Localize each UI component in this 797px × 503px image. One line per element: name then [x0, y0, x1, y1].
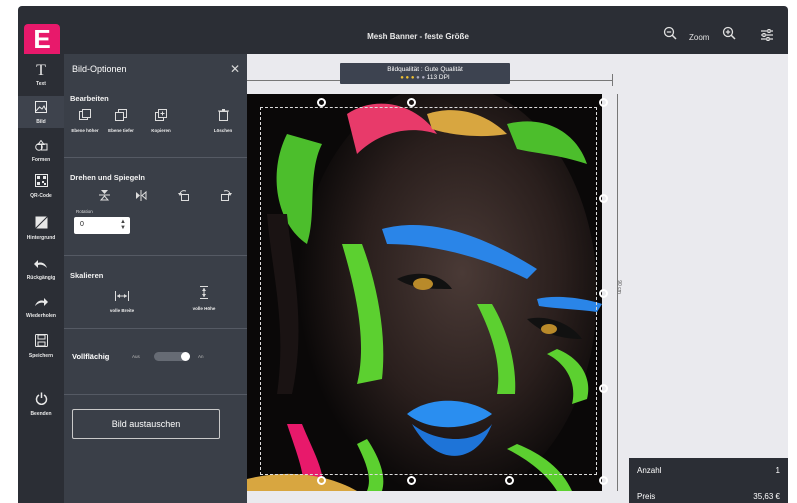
toggle-knob: [181, 352, 190, 361]
background-icon: [34, 215, 48, 233]
layer-up-button[interactable]: Ebene höher: [68, 108, 102, 133]
top-bar: E Mesh Banner - feste Größe Zoom: [18, 6, 788, 54]
order-summary: Anzahl 1 Preis 35,63 €: [629, 458, 788, 503]
full-height-icon: [199, 286, 209, 303]
rotation-value: 0: [80, 221, 84, 228]
sidebar-item-save[interactable]: Speichern: [18, 334, 64, 366]
section-title-edit: Bearbeiten: [70, 94, 109, 103]
resize-handle[interactable]: [407, 476, 416, 485]
sidebar-item-shapes[interactable]: Formen: [18, 138, 64, 168]
resize-handle[interactable]: [599, 289, 608, 298]
price-label: Preis: [637, 492, 656, 501]
zoom-label: Zoom: [689, 33, 710, 42]
swap-image-button[interactable]: Bild austauschen: [72, 409, 220, 439]
fill-label: Vollflächig: [72, 352, 110, 361]
section-title-rotate: Drehen und Spiegeln: [70, 173, 146, 182]
image-options-panel: Bild-Optionen ✕ Bearbeiten Ebene höher E…: [64, 54, 247, 503]
zoom-in-icon[interactable]: [722, 26, 736, 45]
redo-icon: [34, 294, 48, 311]
rotate-left-icon: [178, 188, 190, 205]
rotate-right-button[interactable]: [216, 188, 236, 206]
sidebar-item-redo[interactable]: Wiederholen: [18, 294, 64, 324]
flip-vertical-button[interactable]: [94, 188, 114, 206]
sliders-icon[interactable]: [760, 28, 774, 46]
resize-handle[interactable]: [317, 476, 326, 485]
resize-handle[interactable]: [599, 384, 608, 393]
image-quality-badge: Bildqualität : Gute Qualität ● ● ● ● ● 1…: [340, 63, 510, 84]
resize-handle[interactable]: [317, 98, 326, 107]
quality-rating-dots: ● ● ● ● ●: [400, 75, 426, 81]
section-divider: [64, 394, 247, 395]
text-icon: T: [36, 62, 46, 79]
quality-text: Bildqualität : Gute Qualität: [387, 66, 463, 73]
resize-handle[interactable]: [599, 194, 608, 203]
flip-horizontal-button[interactable]: [131, 188, 151, 206]
sidebar-item-text[interactable]: T Text: [18, 62, 64, 92]
copy-icon: [155, 108, 167, 125]
flip-horizontal-icon: [135, 188, 147, 205]
sidebar-item-undo[interactable]: Rückgängig: [18, 256, 64, 286]
zoom-out-icon[interactable]: [663, 26, 677, 45]
power-icon: [35, 392, 48, 409]
banner-photo[interactable]: [247, 94, 602, 491]
trash-icon: [217, 108, 229, 125]
ruler-tick: [612, 74, 613, 86]
fill-on-label: An: [198, 354, 204, 359]
quality-dpi: 113 DPI: [426, 74, 450, 81]
copy-button[interactable]: Kopieren: [144, 108, 178, 133]
qr-code-icon: [34, 174, 48, 191]
panel-title: Bild-Optionen: [72, 64, 127, 74]
rotation-input[interactable]: 0 ▲ ▼: [74, 217, 130, 234]
sidebar-item-image[interactable]: Bild: [18, 96, 64, 128]
quantity-row: Anzahl 1: [637, 466, 780, 475]
delete-button[interactable]: Löschen: [206, 108, 240, 133]
flip-vertical-icon: [98, 188, 110, 205]
close-icon[interactable]: ✕: [230, 62, 240, 76]
price-row: Preis 35,63 €: [637, 492, 780, 501]
spinner-icon[interactable]: ▲ ▼: [120, 219, 126, 231]
rotate-left-button[interactable]: [174, 188, 194, 206]
layer-up-icon: [79, 108, 91, 125]
brand-logo: E: [24, 24, 60, 54]
quantity-value: 1: [775, 466, 780, 475]
sidebar-item-background[interactable]: Hintergrund: [18, 215, 64, 246]
full-width-button[interactable]: volle Breite: [94, 288, 150, 313]
sidebar-item-qr-code[interactable]: QR-Code: [18, 174, 64, 204]
undo-icon: [34, 256, 48, 273]
sidebar-item-quit[interactable]: Beenden: [18, 392, 64, 422]
full-width-icon: [115, 288, 129, 305]
resize-handle[interactable]: [505, 476, 514, 485]
save-icon: [34, 334, 48, 351]
section-divider: [64, 328, 247, 329]
image-icon: [35, 100, 47, 117]
resize-handle[interactable]: [407, 98, 416, 107]
shapes-icon: [34, 138, 48, 155]
full-height-button[interactable]: volle Höhe: [176, 286, 232, 311]
height-label: 90 cm: [615, 280, 622, 294]
rotate-right-icon: [220, 188, 232, 205]
resize-handle[interactable]: [599, 476, 608, 485]
layer-down-button[interactable]: Ebene tiefer: [104, 108, 138, 133]
design-canvas[interactable]: 90 cm Bildqualität: Gute Qualität ● ● ●…: [247, 54, 788, 503]
fill-toggle[interactable]: [154, 352, 190, 361]
section-title-scale: Skalieren: [70, 271, 104, 280]
left-toolbar: T Text Bild Formen QR-Code Hintergrund R…: [18, 54, 64, 503]
price-value: 35,63 €: [753, 492, 780, 501]
layer-down-icon: [115, 108, 127, 125]
app-window: E Mesh Banner - feste Größe Zoom T Text …: [18, 6, 788, 503]
section-divider: [64, 255, 247, 256]
section-divider: [64, 157, 247, 158]
product-title: Mesh Banner - feste Größe: [367, 32, 469, 41]
portrait-image: [247, 94, 602, 491]
quantity-label: Anzahl: [637, 466, 662, 475]
fill-off-label: Aus: [132, 354, 140, 359]
resize-handle[interactable]: [599, 98, 608, 107]
rotation-label: Rotation: [76, 209, 93, 214]
